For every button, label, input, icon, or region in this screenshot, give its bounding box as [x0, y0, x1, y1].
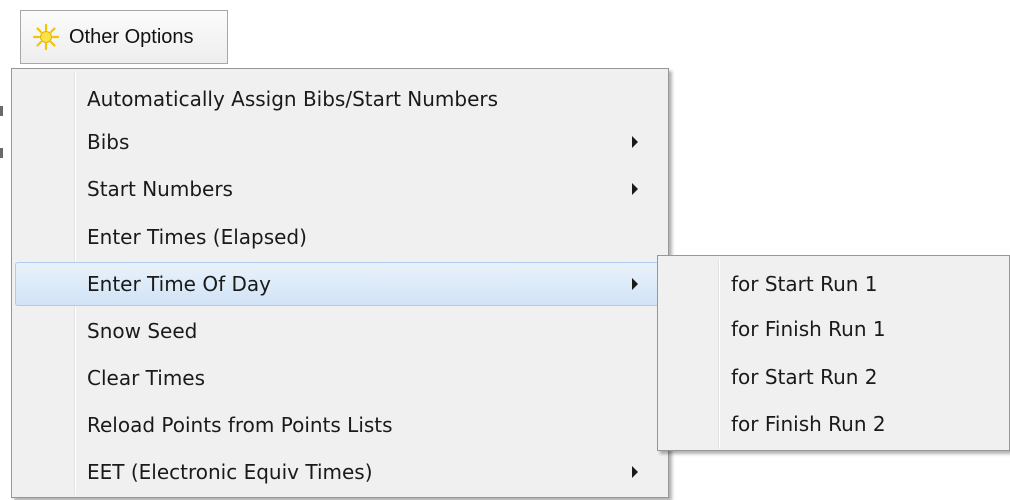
window-edge-mark: [0, 106, 3, 116]
menu-item-label: Start Numbers: [87, 177, 233, 201]
window-edge-mark: [0, 148, 3, 158]
submenu-arrow-icon: [632, 136, 638, 148]
submenu-item-start-run-2[interactable]: for Start Run 2: [661, 355, 1006, 399]
submenu-item-label: for Start Run 2: [731, 365, 878, 389]
menu-item-label: EET (Electronic Equiv Times): [87, 460, 373, 484]
other-options-button[interactable]: Other Options: [20, 10, 228, 64]
menu-item-label: Automatically Assign Bibs/Start Numbers: [87, 87, 499, 111]
submenu-item-label: for Finish Run 1: [731, 317, 886, 341]
submenu-item-label: for Start Run 1: [731, 272, 878, 296]
menu-item-start-numbers[interactable]: Start Numbers: [15, 167, 665, 211]
sun-icon: [33, 24, 59, 50]
menu-item-snow-seed[interactable]: Snow Seed: [15, 309, 665, 353]
submenu-arrow-icon: [632, 183, 638, 195]
menu-item-label: Snow Seed: [87, 319, 198, 343]
other-options-menu: Automatically Assign Bibs/Start Numbers …: [11, 68, 669, 498]
submenu-arrow-icon: [632, 466, 638, 478]
menu-item-enter-time-of-day[interactable]: Enter Time Of Day: [15, 262, 665, 306]
menu-item-eet[interactable]: EET (Electronic Equiv Times): [15, 450, 665, 494]
menu-item-label: Enter Time Of Day: [87, 272, 271, 296]
menu-item-enter-times-elapsed[interactable]: Enter Times (Elapsed): [15, 215, 665, 259]
submenu-item-label: for Finish Run 2: [731, 412, 886, 436]
menu-item-label: Reload Points from Points Lists: [87, 413, 393, 437]
menu-item-bibs[interactable]: Bibs: [15, 120, 665, 164]
menu-item-label: Bibs: [87, 130, 130, 154]
menu-item-auto-assign-bibs[interactable]: Automatically Assign Bibs/Start Numbers: [15, 77, 665, 121]
menu-item-clear-times[interactable]: Clear Times: [15, 356, 665, 400]
menu-item-reload-points[interactable]: Reload Points from Points Lists: [15, 403, 665, 447]
submenu-arrow-icon: [632, 278, 638, 290]
other-options-label: Other Options: [69, 25, 194, 48]
submenu-item-start-run-1[interactable]: for Start Run 1: [661, 262, 1006, 306]
submenu-item-finish-run-1[interactable]: for Finish Run 1: [661, 307, 1006, 351]
menu-item-label: Enter Times (Elapsed): [87, 225, 307, 249]
menu-item-label: Clear Times: [87, 366, 206, 390]
submenu-item-finish-run-2[interactable]: for Finish Run 2: [661, 402, 1006, 446]
time-of-day-submenu: for Start Run 1 for Finish Run 1 for Sta…: [657, 255, 1010, 451]
